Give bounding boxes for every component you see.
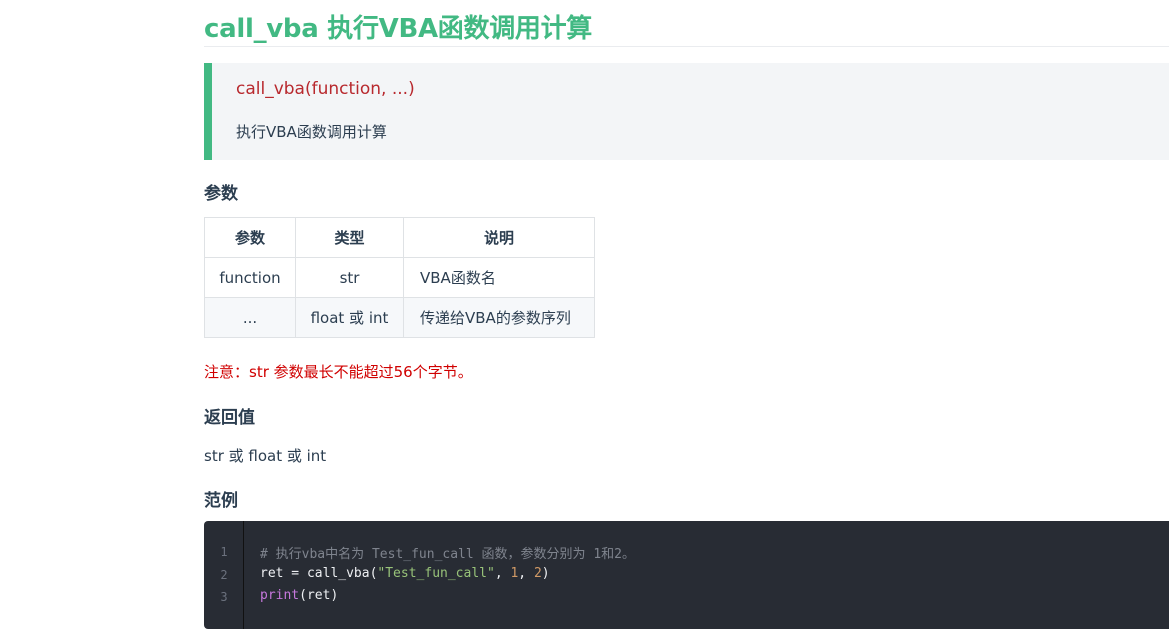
returns-heading: 返回值 [204, 408, 255, 428]
warning-note: 注意：str 参数最长不能超过56个字节。 [204, 363, 473, 381]
table-header-cell: 类型 [295, 217, 404, 258]
code-text: , [494, 566, 511, 581]
code-number: 2 [533, 566, 542, 581]
params-table: 参数 类型 说明 function str VBA函数名 ... float 或… [204, 217, 595, 338]
function-callout: call_vba(function, ...) 执行VBA函数调用计算 [204, 63, 1169, 160]
table-header-cell: 说明 [403, 217, 595, 258]
example-heading: 范例 [204, 491, 238, 511]
code-function: print [260, 588, 300, 603]
line-number-gutter: 1 2 3 [204, 521, 244, 629]
table-row: function str VBA函数名 [204, 257, 595, 298]
code-text: (ret) [299, 588, 339, 603]
title-divider [204, 46, 1169, 47]
code-line-2: ret = call_vba("Test_fun_call", 1, 2) [260, 566, 550, 581]
code-line-1: # 执行vba中名为 Test_fun_call 函数，参数分别为 1和2。 [260, 543, 635, 562]
params-heading: 参数 [204, 184, 238, 204]
code-text: ) [541, 566, 550, 581]
table-header-row: 参数 类型 说明 [204, 217, 595, 258]
line-number: 3 [220, 590, 228, 604]
table-cell: str [295, 257, 404, 298]
code-text: , [518, 566, 534, 581]
code-block[interactable]: 1 2 3 # 执行vba中名为 Test_fun_call 函数，参数分别为 … [204, 521, 1169, 629]
code-string: "Test_fun_call" [377, 566, 495, 581]
page-title: call_vba 执行VBA函数调用计算 [204, 14, 592, 44]
table-cell: ... [204, 297, 296, 338]
table-cell: float 或 int [295, 297, 404, 338]
line-number: 1 [220, 545, 228, 559]
table-cell: function [204, 257, 296, 298]
table-cell: VBA函数名 [403, 257, 595, 298]
code-comment: # 执行vba中名为 Test_fun_call 函数，参数分别为 1和2。 [260, 547, 636, 562]
table-header-cell: 参数 [204, 217, 296, 258]
table-cell: 传递给VBA的参数序列 [403, 297, 595, 338]
line-number: 2 [220, 568, 228, 582]
table-row: ... float 或 int 传递给VBA的参数序列 [204, 297, 595, 338]
returns-text: str 或 float 或 int [204, 447, 327, 465]
code-line-3: print(ret) [260, 588, 338, 603]
code-text: ret = call_vba( [260, 566, 378, 581]
function-signature: call_vba(function, ...) [236, 79, 415, 99]
function-description: 执行VBA函数调用计算 [236, 123, 387, 141]
